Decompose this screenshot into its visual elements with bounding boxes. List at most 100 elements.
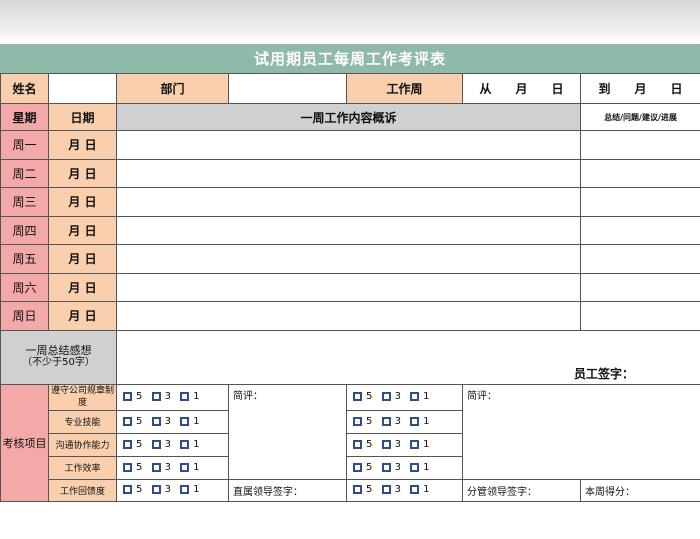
checkbox-icon[interactable]: [180, 485, 190, 495]
checkbox-icon[interactable]: [180, 439, 190, 449]
score-options[interactable]: 5 3 1: [116, 478, 229, 502]
score-option-label: 1: [423, 461, 430, 473]
date-cell[interactable]: 月 日: [48, 244, 117, 274]
summary-cell[interactable]: [116, 244, 581, 274]
score-options[interactable]: 5 3 1: [346, 478, 463, 502]
checkbox-icon[interactable]: [353, 485, 362, 495]
score-options[interactable]: 5 3 1: [116, 455, 229, 480]
checkbox-icon[interactable]: [381, 439, 391, 449]
checkbox-icon[interactable]: [151, 392, 161, 402]
checkbox-icon[interactable]: [123, 439, 132, 449]
comment-field-branch[interactable]: 简评：: [462, 383, 700, 480]
table-row: 周四 月 日: [0, 215, 700, 245]
score-options[interactable]: 5 3 1: [346, 409, 463, 434]
weekday-header: 星期: [0, 103, 49, 131]
checkbox-icon[interactable]: [123, 392, 132, 402]
checkbox-icon[interactable]: [151, 416, 161, 426]
summary-cell[interactable]: [116, 158, 581, 188]
checkbox-icon[interactable]: [353, 416, 362, 426]
checkbox-icon[interactable]: [151, 462, 161, 472]
date-cell[interactable]: 月 日: [48, 272, 117, 302]
reflection-field[interactable]: 员工签字：: [116, 329, 700, 385]
date-cell[interactable]: 月 日: [48, 158, 117, 188]
score-option-label: 5: [366, 415, 373, 427]
score-options[interactable]: 5 3 1: [116, 409, 229, 434]
checkbox-icon[interactable]: [151, 439, 161, 449]
checkbox-icon[interactable]: [180, 392, 190, 402]
notes-cell[interactable]: [580, 272, 700, 302]
assessment-item: 工作效率: [48, 455, 117, 480]
date-cell[interactable]: 月 日: [48, 215, 117, 245]
assessment-section-label: 考核项目: [0, 383, 49, 502]
notes-cell[interactable]: [580, 187, 700, 217]
score-option-label: 5: [136, 484, 143, 496]
checkbox-icon[interactable]: [180, 416, 190, 426]
weekday-cell: 周日: [0, 301, 49, 331]
branch-leader-signature[interactable]: 分管领导签字：: [462, 478, 581, 502]
weekday-cell: 周五: [0, 244, 49, 274]
checkbox-icon[interactable]: [151, 485, 161, 495]
checkbox-icon[interactable]: [381, 462, 391, 472]
score-option-label: 5: [366, 461, 373, 473]
score-option-label: 3: [164, 461, 171, 473]
score-options[interactable]: 5 3 1: [346, 455, 463, 480]
assessment-item: 专业技能: [48, 409, 117, 434]
weekday-cell: 周三: [0, 187, 49, 217]
summary-cell[interactable]: [116, 187, 581, 217]
score-option-label: 3: [394, 461, 401, 473]
checkbox-icon[interactable]: [123, 462, 132, 472]
date-cell[interactable]: 月 日: [48, 187, 117, 217]
employee-signature-label: 员工签字：: [573, 366, 634, 381]
table-row: 周五 月 日: [0, 244, 700, 274]
notes-cell[interactable]: [580, 301, 700, 331]
checkbox-icon[interactable]: [353, 439, 362, 449]
name-field[interactable]: [48, 73, 117, 104]
checkbox-icon[interactable]: [123, 416, 132, 426]
checkbox-icon[interactable]: [381, 392, 391, 402]
summary-cell[interactable]: [116, 301, 581, 331]
score-option-label: 1: [193, 461, 200, 473]
date-header: 日期: [48, 103, 117, 131]
week-to-field[interactable]: 到 月 日: [580, 73, 700, 104]
week-score-field[interactable]: 本周得分：: [580, 478, 700, 502]
checkbox-icon[interactable]: [410, 392, 420, 402]
direct-leader-signature[interactable]: 直属领导签字：: [228, 478, 347, 502]
score-options[interactable]: 5 3 1: [346, 383, 463, 411]
score-option-label: 5: [136, 438, 143, 450]
score-option-label: 3: [394, 438, 401, 450]
checkbox-icon[interactable]: [180, 462, 190, 472]
summary-cell[interactable]: [116, 130, 581, 160]
comment-label: 简评：: [467, 390, 497, 402]
checkbox-icon[interactable]: [381, 485, 391, 495]
checkbox-icon[interactable]: [123, 485, 132, 495]
notes-cell[interactable]: [580, 158, 700, 188]
score-option-label: 5: [366, 438, 373, 450]
notes-cell[interactable]: [580, 215, 700, 245]
date-cell[interactable]: 月 日: [48, 301, 117, 331]
name-label: 姓名: [0, 73, 49, 104]
score-option-label: 3: [164, 438, 171, 450]
summary-cell[interactable]: [116, 215, 581, 245]
score-options[interactable]: 5 3 1: [116, 383, 229, 411]
score-option-label: 3: [164, 484, 171, 496]
dept-field[interactable]: [228, 73, 347, 104]
summary-cell[interactable]: [116, 272, 581, 302]
week-from-field[interactable]: 从 月 日: [462, 73, 581, 104]
comment-field-direct[interactable]: 简评：: [228, 383, 347, 480]
score-options[interactable]: 5 3 1: [346, 432, 463, 457]
checkbox-icon[interactable]: [410, 462, 420, 472]
checkbox-icon[interactable]: [381, 416, 391, 426]
assessment-item: 工作回馈度: [48, 478, 117, 502]
checkbox-icon[interactable]: [410, 416, 420, 426]
notes-cell[interactable]: [580, 130, 700, 160]
checkbox-icon[interactable]: [353, 462, 362, 472]
score-option-label: 1: [193, 415, 200, 427]
score-option-label: 3: [394, 415, 401, 427]
checkbox-icon[interactable]: [410, 439, 420, 449]
date-cell[interactable]: 月 日: [48, 130, 117, 160]
score-options[interactable]: 5 3 1: [116, 432, 229, 457]
notes-cell[interactable]: [580, 244, 700, 274]
checkbox-icon[interactable]: [410, 485, 420, 495]
score-option-label: 5: [366, 484, 373, 496]
checkbox-icon[interactable]: [353, 392, 362, 402]
